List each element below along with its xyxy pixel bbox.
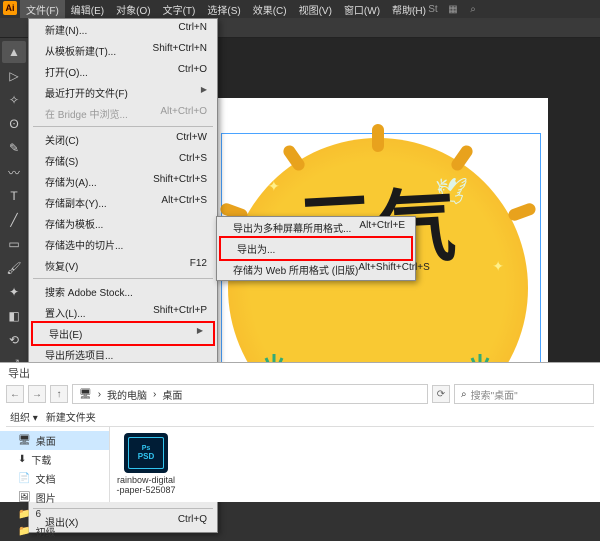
export-submenu-item[interactable]: 导出为多种屏幕所用格式...Alt+Ctrl+E [217, 217, 415, 238]
plant-left [256, 348, 292, 362]
path-part[interactable]: 我的电脑 [107, 387, 147, 402]
menu-6[interactable]: 视图(V) [293, 0, 338, 19]
address-bar[interactable]: 🖥 › 我的电脑 › 桌面 [72, 384, 428, 404]
menu-5[interactable]: 效果(C) [247, 0, 293, 19]
menu-1[interactable]: 编辑(E) [65, 0, 110, 19]
export-submenu-item[interactable]: 导出为... [221, 238, 411, 259]
star-icon: ✦ [492, 258, 504, 275]
folder-icon: 📄 [18, 473, 30, 484]
app-logo: Ai [3, 1, 17, 15]
rotate-tool[interactable]: ⟲ [2, 329, 26, 351]
shaper-tool[interactable]: ✦ [2, 281, 26, 303]
curvature-tool[interactable]: 〰 [2, 161, 26, 183]
file-menu-item[interactable]: 导出(E)▶ [33, 323, 213, 344]
folder-icon: 🖼 [18, 492, 31, 503]
file-menu-item[interactable]: 最近打开的文件(F)▶ [29, 82, 217, 103]
file-menu-item[interactable]: 从模板新建(T)...Shift+Ctrl+N [29, 40, 217, 61]
search-icon: ⌕ [461, 389, 467, 400]
star-icon: ✦ [268, 178, 280, 195]
file-menu-item[interactable]: 存储为模板... [29, 213, 217, 234]
dialog-title: 导出 [8, 365, 30, 381]
menu-3[interactable]: 文字(T) [157, 0, 202, 19]
nav-up-button[interactable]: ↑ [50, 385, 68, 403]
path-part[interactable]: 桌面 [162, 387, 182, 402]
folder-icon: 📁 [18, 526, 30, 537]
pc-icon: 🖥 [79, 389, 92, 400]
file-menu-item[interactable]: 置入(L)...Shift+Ctrl+P [29, 302, 217, 323]
eraser-tool[interactable]: ◧ [2, 305, 26, 327]
file-item[interactable]: PsPSD rainbow-digital-paper-525087 [116, 433, 176, 496]
file-menu-item[interactable]: 存储副本(Y)...Alt+Ctrl+S [29, 192, 217, 213]
dialog-sidebar: 🖥桌面⬇下载📄文档🖼图片📁6📁初级 [0, 427, 110, 502]
rectangle-tool[interactable]: ▭ [2, 233, 26, 255]
plant-right [462, 348, 498, 362]
top-icons: ▭ St ▦ ⌕ [406, 0, 480, 18]
direct-selection-tool[interactable]: ▷ [2, 65, 26, 87]
file-name: rainbow-digital-paper-525087 [116, 476, 176, 496]
stock-icon[interactable]: St [426, 2, 440, 16]
search-field[interactable]: ⌕ 搜索"桌面" [454, 384, 594, 404]
menu-2[interactable]: 对象(O) [110, 0, 156, 19]
magic-wand-tool[interactable]: ✧ [2, 89, 26, 111]
paintbrush-tool[interactable]: 🖌 [2, 257, 26, 279]
menubar: 文件(F)编辑(E)对象(O)文字(T)选择(S)效果(C)视图(V)窗口(W)… [20, 0, 432, 18]
dialog-nav: ← → ↑ 🖥 › 我的电脑 › 桌面 ⟳ ⌕ 搜索"桌面" [6, 383, 594, 405]
folder-icon: 🖥 [18, 435, 31, 446]
dialog-toolbar: 组织 ▾ 新建文件夹 [6, 407, 594, 427]
line-tool[interactable]: ╱ [2, 209, 26, 231]
file-menu-item[interactable]: 存储(S)Ctrl+S [29, 150, 217, 171]
arrange-icon[interactable]: ▦ [446, 2, 460, 16]
menu-7[interactable]: 窗口(W) [338, 0, 386, 19]
sidebar-item[interactable]: 📄文档 [0, 469, 109, 488]
file-menu-item[interactable]: 打开(O)...Ctrl+O [29, 61, 217, 82]
pen-tool[interactable]: ✎ [2, 137, 26, 159]
folder-icon: ⬇ [18, 454, 26, 465]
file-menu-item[interactable]: 存储为(A)...Shift+Ctrl+S [29, 171, 217, 192]
nav-forward-button[interactable]: → [28, 385, 46, 403]
export-file-dialog: 导出 ← → ↑ 🖥 › 我的电脑 › 桌面 ⟳ ⌕ 搜索"桌面" 组织 ▾ 新… [0, 362, 600, 502]
dialog-body: 🖥桌面⬇下载📄文档🖼图片📁6📁初级 PsPSDrainbow-digital-p… [0, 427, 600, 502]
sidebar-item[interactable]: ⬇下载 [0, 450, 109, 469]
type-tool[interactable]: T [2, 185, 26, 207]
export-submenu: 导出为多种屏幕所用格式...Alt+Ctrl+E导出为...存储为 Web 所用… [216, 216, 416, 281]
menu-4[interactable]: 选择(S) [201, 0, 246, 19]
psd-icon: PsPSD [124, 433, 168, 473]
lasso-tool[interactable]: ʘ [2, 113, 26, 135]
menu-0[interactable]: 文件(F) [20, 0, 65, 19]
search-icon[interactable]: ⌕ [466, 2, 480, 16]
file-menu-item[interactable]: 恢复(V)F12 [29, 255, 217, 276]
export-submenu-item[interactable]: 存储为 Web 所用格式 (旧版)Alt+Shift+Ctrl+S [217, 259, 415, 280]
nav-back-button[interactable]: ← [6, 385, 24, 403]
bridge-icon[interactable]: ▭ [406, 2, 420, 16]
organize-button[interactable]: 组织 ▾ [10, 409, 38, 424]
new-folder-button[interactable]: 新建文件夹 [46, 409, 96, 424]
file-menu-item: 在 Bridge 中浏览...Alt+Ctrl+O [29, 103, 217, 124]
file-menu-item[interactable]: 关闭(C)Ctrl+W [29, 129, 217, 150]
folder-icon: 📁 [18, 509, 30, 520]
file-menu-item[interactable]: 新建(N)...Ctrl+N [29, 19, 217, 40]
selection-tool[interactable]: ▲ [2, 41, 26, 63]
file-menu-item[interactable]: 存储选中的切片... [29, 234, 217, 255]
search-placeholder: 搜索"桌面" [471, 387, 518, 402]
sidebar-item[interactable]: 📁初级 [0, 522, 109, 541]
sidebar-item[interactable]: 📁6 [0, 507, 109, 522]
refresh-button[interactable]: ⟳ [432, 385, 450, 403]
file-menu-item[interactable]: 搜索 Adobe Stock... [29, 281, 217, 302]
tool-panel: ▲ ▷ ✧ ʘ ✎ 〰 T ╱ ▭ 🖌 ✦ ◧ ⟲ ⤢ ⇔ ⧉ ◑ ▱ [0, 38, 28, 362]
dialog-content[interactable]: PsPSD rainbow-digital-paper-525087 [110, 427, 600, 502]
sidebar-item[interactable]: 🖥桌面 [0, 431, 109, 450]
sidebar-item[interactable]: 🖼图片 [0, 488, 109, 507]
